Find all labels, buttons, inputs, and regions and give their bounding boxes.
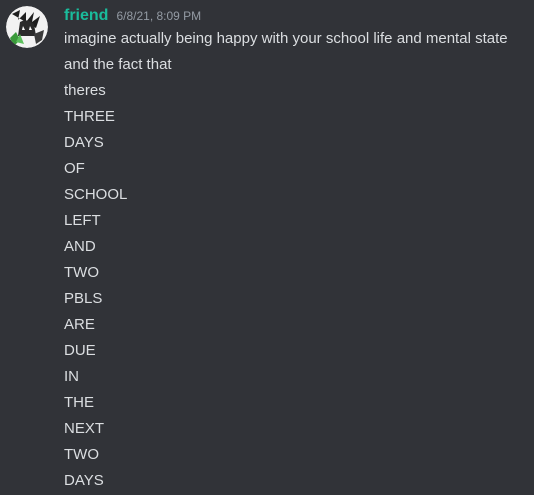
message-line: DAYS — [64, 472, 104, 489]
message-line: PBLS — [64, 290, 103, 307]
message-content: imagine actually being happy with your s… — [64, 26, 530, 494]
message-line: LEFT — [64, 212, 101, 229]
message-line: NEXT — [64, 420, 105, 437]
message-line: and the fact that — [64, 56, 172, 73]
message-line: IN — [64, 368, 79, 385]
message-line: OF — [64, 160, 85, 177]
chat-message: friend 6/8/21, 8:09 PM imagine actually … — [0, 0, 534, 495]
message-line: theres — [64, 82, 106, 99]
message-line: ARE — [64, 316, 95, 333]
message-line: imagine actually being happy with your s… — [64, 30, 508, 47]
message-line: DUE — [64, 342, 96, 359]
message-line: TWO — [64, 264, 99, 281]
message-line: AND — [64, 238, 96, 255]
message-line: TWO — [64, 446, 99, 463]
author-username[interactable]: friend — [64, 7, 108, 25]
message-line: DAYS — [64, 134, 104, 151]
message-timestamp: 6/8/21, 8:09 PM — [116, 9, 202, 23]
message-line: SCHOOL — [64, 186, 128, 203]
message-line: THE — [64, 394, 94, 411]
message-line: THREE — [64, 108, 115, 125]
user-avatar-icon[interactable] — [6, 6, 48, 48]
